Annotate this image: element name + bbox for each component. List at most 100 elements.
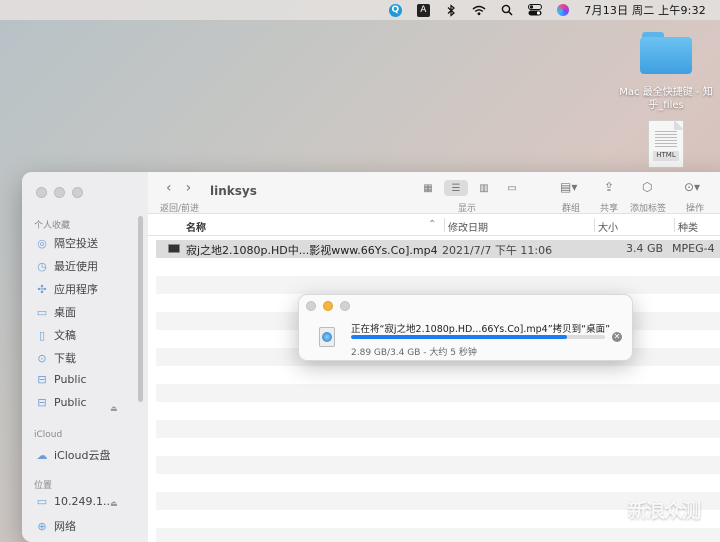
share-icon[interactable]: ⇪: [604, 180, 614, 194]
view-switcher: ▦ ☰ ▥ ▭: [416, 180, 524, 196]
desktop-icon: ▭: [36, 305, 48, 319]
clock-icon: ◷: [37, 259, 47, 273]
back-arrow-icon[interactable]: ‹: [166, 180, 172, 196]
input-method-icon[interactable]: A: [416, 3, 430, 17]
tag-icon[interactable]: ⬡: [642, 180, 652, 194]
download-icon: ⊙: [37, 351, 47, 365]
siri-icon[interactable]: [556, 3, 570, 17]
file-size: 3.4 GB: [626, 242, 664, 255]
sidebar-item-downloads[interactable]: ⊙ 下载: [36, 350, 76, 366]
control-center-icon[interactable]: [528, 3, 543, 17]
column-view-icon[interactable]: ▥: [472, 180, 496, 196]
network-globe-icon: ⊕: [37, 519, 47, 533]
html-file-icon[interactable]: HTML: [648, 120, 684, 168]
gallery-view-icon[interactable]: ▭: [500, 180, 524, 196]
forward-arrow-icon[interactable]: ›: [186, 180, 192, 196]
html-file-tag: HTML: [653, 151, 679, 161]
desktop-folder-icon[interactable]: [640, 32, 692, 74]
file-kind: MPEG-4: [672, 242, 715, 255]
table-row[interactable]: 寂j之地2.1080p.HD中...影视www.66Ys.Co].mp4 202…: [156, 240, 720, 258]
empty-row: [156, 438, 720, 456]
sidebar-item-server[interactable]: ▭ 10.249.1...: [36, 495, 114, 508]
group-icon[interactable]: ▤▾: [560, 180, 577, 194]
action-label: 操作: [686, 204, 705, 214]
empty-row: [156, 384, 720, 402]
copy-progress-fill: [351, 335, 567, 339]
sidebar-item-public-1[interactable]: ⊟ Public: [36, 373, 87, 386]
sidebar-item-label: Public: [54, 373, 87, 386]
column-kind[interactable]: 种类: [678, 219, 698, 234]
sidebar-item-label: 桌面: [54, 306, 76, 319]
empty-row: [156, 456, 720, 474]
sidebar-item-airdrop[interactable]: ◎ 隔空投送: [36, 235, 98, 251]
sidebar-item-label: 最近使用: [54, 260, 98, 273]
dialog-zoom-button[interactable]: [340, 301, 350, 311]
sidebar-item-applications[interactable]: ✣ 应用程序: [36, 281, 98, 297]
sidebar-item-label: 隔空投送: [54, 237, 98, 250]
close-button[interactable]: [36, 187, 47, 198]
finder-sidebar: 个人收藏 ◎ 隔空投送 ◷ 最近使用 ✣ 应用程序 ▭ 桌面 ▯ 文稿 ⊙ 下载…: [22, 172, 148, 542]
icloud-heading: iCloud: [34, 430, 63, 440]
sidebar-item-label: 10.249.1...: [54, 495, 114, 508]
copy-status: 2.89 GB/3.4 GB - 大约 5 秒钟: [351, 348, 477, 358]
apps-icon: ✣: [37, 282, 47, 296]
empty-row: [156, 402, 720, 420]
share-label: 共享: [600, 204, 619, 214]
column-size[interactable]: 大小: [598, 219, 618, 234]
minimize-button[interactable]: [54, 187, 65, 198]
watermark: 新浪众测: [628, 500, 701, 522]
wifi-icon[interactable]: [472, 3, 486, 17]
sort-chevron-icon[interactable]: ⌃: [428, 219, 436, 230]
file-date: 2021/7/7 下午 11:06: [442, 244, 553, 257]
empty-row: [156, 366, 720, 384]
sidebar-item-icloud-drive[interactable]: ☁ iCloud云盘: [36, 447, 111, 463]
network-drive-icon: ⊟: [37, 373, 47, 386]
computer-icon: ▭: [36, 495, 48, 508]
sidebar-scrollbar[interactable]: [138, 216, 143, 402]
copy-message: 正在将“寂j之地2.1080p.HD...66Ys.Co].mp4”拷贝到“桌面…: [351, 324, 610, 335]
document-icon: ▯: [38, 328, 46, 342]
nav-label: 返回/前进: [160, 204, 200, 214]
sidebar-item-label: 下载: [54, 352, 76, 365]
view-label: 显示: [458, 204, 477, 214]
sidebar-item-network[interactable]: ⊕ 网络: [36, 518, 76, 534]
sidebar-item-documents[interactable]: ▯ 文稿: [36, 327, 76, 343]
desktop-folder-label[interactable]: Mac 最全快捷键 - 知乎_files: [616, 86, 716, 112]
sidebar-item-label: iCloud云盘: [54, 449, 111, 462]
bluetooth-icon[interactable]: [444, 3, 458, 17]
sidebar-item-recents[interactable]: ◷ 最近使用: [36, 258, 98, 274]
tag-label: 添加标签: [630, 204, 667, 214]
list-view-icon[interactable]: ☰: [444, 180, 468, 196]
airdrop-icon: ◎: [37, 236, 47, 250]
search-icon[interactable]: [500, 3, 514, 17]
action-icon[interactable]: ⊙▾: [684, 180, 700, 194]
quicklook-app-icon[interactable]: Q: [388, 3, 402, 17]
dialog-close-button[interactable]: [306, 301, 316, 311]
file-name: 寂j之地2.1080p.HD中...影视www.66Ys.Co].mp4: [186, 244, 438, 257]
group-label: 群组: [562, 204, 581, 214]
cloud-icon: ☁: [36, 448, 48, 462]
copy-progress-dialog: 正在将“寂j之地2.1080p.HD...66Ys.Co].mp4”拷贝到“桌面…: [298, 294, 633, 361]
dialog-minimize-button[interactable]: [323, 301, 333, 311]
cancel-copy-icon[interactable]: ✕: [612, 332, 622, 342]
empty-row: [156, 258, 720, 276]
window-title: linksys: [210, 184, 257, 198]
window-controls: [36, 187, 83, 198]
zoom-button[interactable]: [72, 187, 83, 198]
favorites-heading: 个人收藏: [34, 221, 71, 231]
sidebar-item-label: Public: [54, 396, 87, 409]
copy-progress-bar: [351, 335, 605, 339]
eject-icon[interactable]: ⏏: [110, 404, 118, 413]
quicktime-file-icon: [319, 327, 335, 347]
menu-bar: Q A 7月13日 周二 上午9:32: [0, 0, 720, 20]
sidebar-item-label: 网络: [54, 520, 76, 533]
sidebar-item-public-2[interactable]: ⊟ Public: [36, 396, 87, 409]
nav-arrows: ‹ ›: [166, 180, 191, 196]
sidebar-item-desktop[interactable]: ▭ 桌面: [36, 304, 76, 320]
eject-icon[interactable]: ⏏: [110, 499, 118, 508]
icon-view-icon[interactable]: ▦: [416, 180, 440, 196]
column-date[interactable]: 修改日期: [448, 219, 488, 234]
column-name[interactable]: 名称: [186, 219, 206, 234]
empty-row: [156, 420, 720, 438]
menubar-clock[interactable]: 7月13日 周二 上午9:32: [584, 2, 706, 18]
